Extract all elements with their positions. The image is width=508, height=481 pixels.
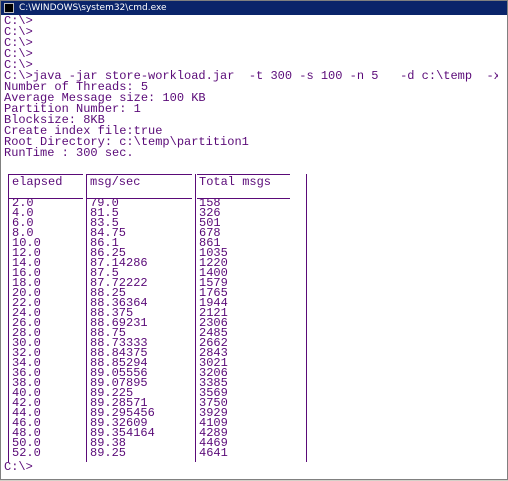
cmd-app-icon bbox=[4, 3, 14, 13]
prompt-line[interactable]: C:\> bbox=[4, 461, 33, 473]
col-header-msg-sec: msg/sec bbox=[90, 175, 141, 189]
title-bar[interactable]: C:\WINDOWS\system32\cmd.exe bbox=[1, 1, 507, 15]
cell-total-msgs: 4641 bbox=[199, 446, 228, 460]
console-output[interactable]: C:\> C:\> C:\> C:\> C:\> C:\>java -jar s… bbox=[4, 15, 498, 481]
table-rule bbox=[8, 174, 9, 462]
window-title: C:\WINDOWS\system32\cmd.exe bbox=[19, 3, 167, 13]
cell-elapsed: 52.0 bbox=[12, 446, 41, 460]
output-runtime: RunTime : 300 sec. bbox=[4, 146, 134, 160]
col-header-elapsed: elapsed bbox=[12, 175, 63, 189]
table-rule bbox=[195, 174, 196, 462]
table-rule bbox=[86, 174, 87, 462]
cmd-window: C:\WINDOWS\system32\cmd.exe C:\> C:\> C:… bbox=[0, 0, 508, 480]
col-header-total-msgs: Total msgs bbox=[199, 175, 272, 189]
table-rule bbox=[306, 174, 307, 462]
cell-msg-sec: 89.25 bbox=[90, 446, 127, 460]
results-table: elapsed msg/sec Total msgs 2.0 79.0 158 4.0… bbox=[7, 174, 311, 463]
